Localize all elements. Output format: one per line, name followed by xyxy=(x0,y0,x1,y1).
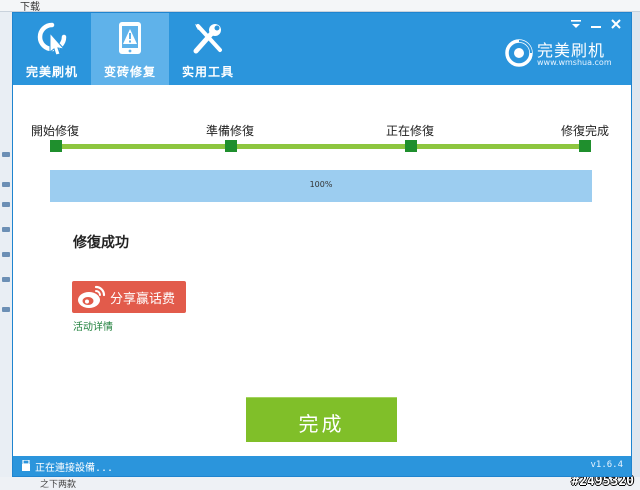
done-button[interactable]: 完成 xyxy=(246,397,397,442)
share-weibo-button[interactable]: 分享赢话费 xyxy=(72,281,186,313)
version-label: v1.6.4 xyxy=(590,460,623,470)
tab-utility-tools[interactable]: 实用工具 xyxy=(169,13,247,85)
tab-label: 变砖修复 xyxy=(103,65,156,79)
activity-details-link[interactable]: 活动详情 xyxy=(73,318,113,333)
step-label-start: 開始修復 xyxy=(31,124,80,138)
progress-bar: 100% xyxy=(50,170,592,202)
menu-icon[interactable] xyxy=(569,17,583,31)
tab-label: 实用工具 xyxy=(181,65,234,79)
step-dot xyxy=(50,140,62,152)
status-bar: 正在連接設備... v1.6.4 xyxy=(13,456,631,476)
app-window: 完美刷机 变砖修复 实用工具 完美刷机 www.wmshua.com 開始修復 … xyxy=(12,12,632,477)
step-dot xyxy=(225,140,237,152)
desktop-top-strip: 下载 xyxy=(0,0,640,13)
step-label-prepare: 準備修復 xyxy=(206,124,255,138)
weibo-icon xyxy=(78,285,106,308)
warning-phone-icon xyxy=(119,22,141,54)
step-dot xyxy=(405,140,417,152)
status-text: 正在連接設備... xyxy=(35,463,114,474)
usb-icon xyxy=(22,460,30,471)
desktop-bottom-text: 之下两款 xyxy=(40,480,77,490)
refresh-arrow-icon xyxy=(37,22,67,55)
window-controls xyxy=(565,17,625,33)
brand-logo-icon xyxy=(505,39,533,67)
close-icon[interactable] xyxy=(609,17,623,31)
progress-text: 100% xyxy=(309,180,333,189)
step-dot xyxy=(579,140,591,152)
step-label-complete: 修復完成 xyxy=(561,124,610,138)
tools-icon xyxy=(193,24,222,54)
desktop-bottom-strip: 之下两款 xyxy=(0,477,640,490)
tab-perfect-flash[interactable]: 完美刷机 xyxy=(13,13,91,85)
done-label: 完成 xyxy=(298,412,345,436)
minimize-icon[interactable] xyxy=(589,17,603,31)
result-title: 修復成功 xyxy=(73,235,129,251)
brand-url: www.wmshua.com xyxy=(537,58,612,67)
step-label-repairing: 正在修復 xyxy=(386,124,435,138)
desktop-left-strip xyxy=(0,12,12,482)
tab-brick-repair[interactable]: 变砖修复 xyxy=(91,13,169,85)
tab-label: 完美刷机 xyxy=(25,65,78,79)
header-bar: 完美刷机 变砖修复 实用工具 完美刷机 www.wmshua.com xyxy=(13,13,631,85)
steps-track xyxy=(55,144,589,149)
brand: 完美刷机 www.wmshua.com xyxy=(505,37,617,73)
share-label: 分享赢话费 xyxy=(110,292,176,307)
